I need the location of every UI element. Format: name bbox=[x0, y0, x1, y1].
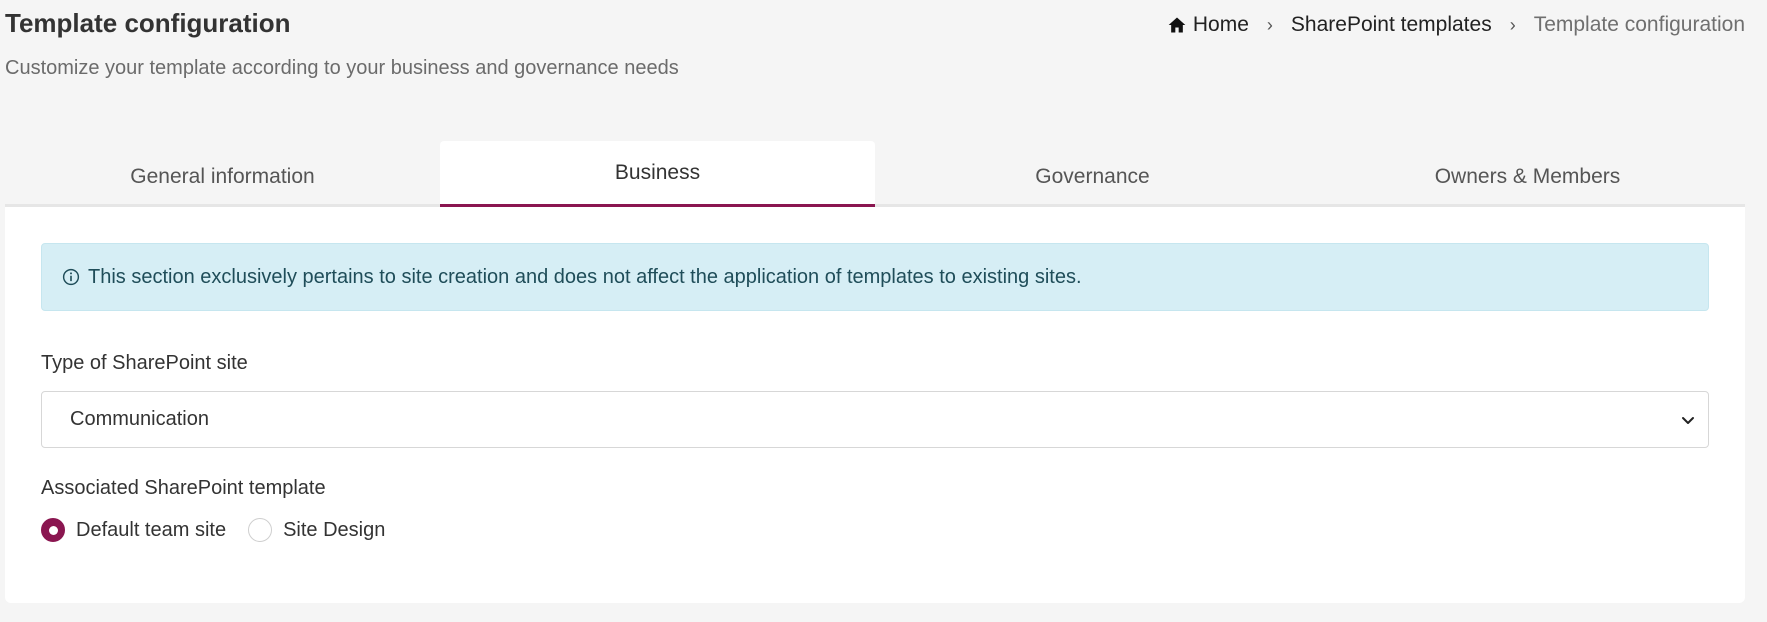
radio-label-site-design: Site Design bbox=[283, 518, 386, 541]
info-alert: This section exclusively pertains to sit… bbox=[41, 243, 1709, 311]
radio-label-default-team-site: Default team site bbox=[76, 518, 227, 541]
breadcrumb-home-label: Home bbox=[1192, 13, 1249, 36]
chevron-right-icon: › bbox=[1266, 14, 1273, 35]
site-type-selected-value: Communication bbox=[70, 408, 209, 430]
home-icon bbox=[1168, 17, 1186, 33]
tab-business[interactable]: Business bbox=[440, 141, 875, 207]
site-type-label: Type of SharePoint site bbox=[41, 352, 248, 374]
breadcrumb: Home › SharePoint templates › Template c… bbox=[1167, 13, 1745, 37]
site-type-select[interactable]: Communication bbox=[41, 391, 1709, 448]
tab-owners-members[interactable]: Owners & Members bbox=[1310, 141, 1745, 204]
page: Template configuration Customize your te… bbox=[0, 0, 1767, 622]
radio-default-team-site[interactable] bbox=[41, 518, 65, 542]
tab-bar: General information Business Governance … bbox=[5, 141, 1745, 207]
chevron-down-icon bbox=[1682, 416, 1694, 424]
associated-template-label: Associated SharePoint template bbox=[41, 477, 326, 499]
radio-option-default-team-site[interactable]: Default team site bbox=[41, 518, 226, 542]
tab-governance[interactable]: Governance bbox=[875, 141, 1310, 204]
alert-text: This section exclusively pertains to sit… bbox=[88, 265, 1082, 288]
chevron-right-icon: › bbox=[1509, 14, 1516, 35]
business-panel: This section exclusively pertains to sit… bbox=[5, 207, 1745, 603]
associated-template-radio-group: Default team site Site Design bbox=[41, 518, 407, 542]
breadcrumb-home-link[interactable]: Home bbox=[1167, 13, 1249, 37]
info-icon bbox=[62, 268, 80, 286]
breadcrumb-sharepoint-templates-link[interactable]: SharePoint templates bbox=[1291, 13, 1492, 37]
breadcrumb-current: Template configuration bbox=[1533, 13, 1745, 36]
tab-general-information[interactable]: General information bbox=[5, 141, 440, 204]
page-title: Template configuration bbox=[5, 8, 291, 38]
radio-option-site-design[interactable]: Site Design bbox=[248, 518, 385, 542]
radio-site-design[interactable] bbox=[248, 518, 273, 542]
page-subtitle: Customize your template according to you… bbox=[5, 57, 679, 79]
